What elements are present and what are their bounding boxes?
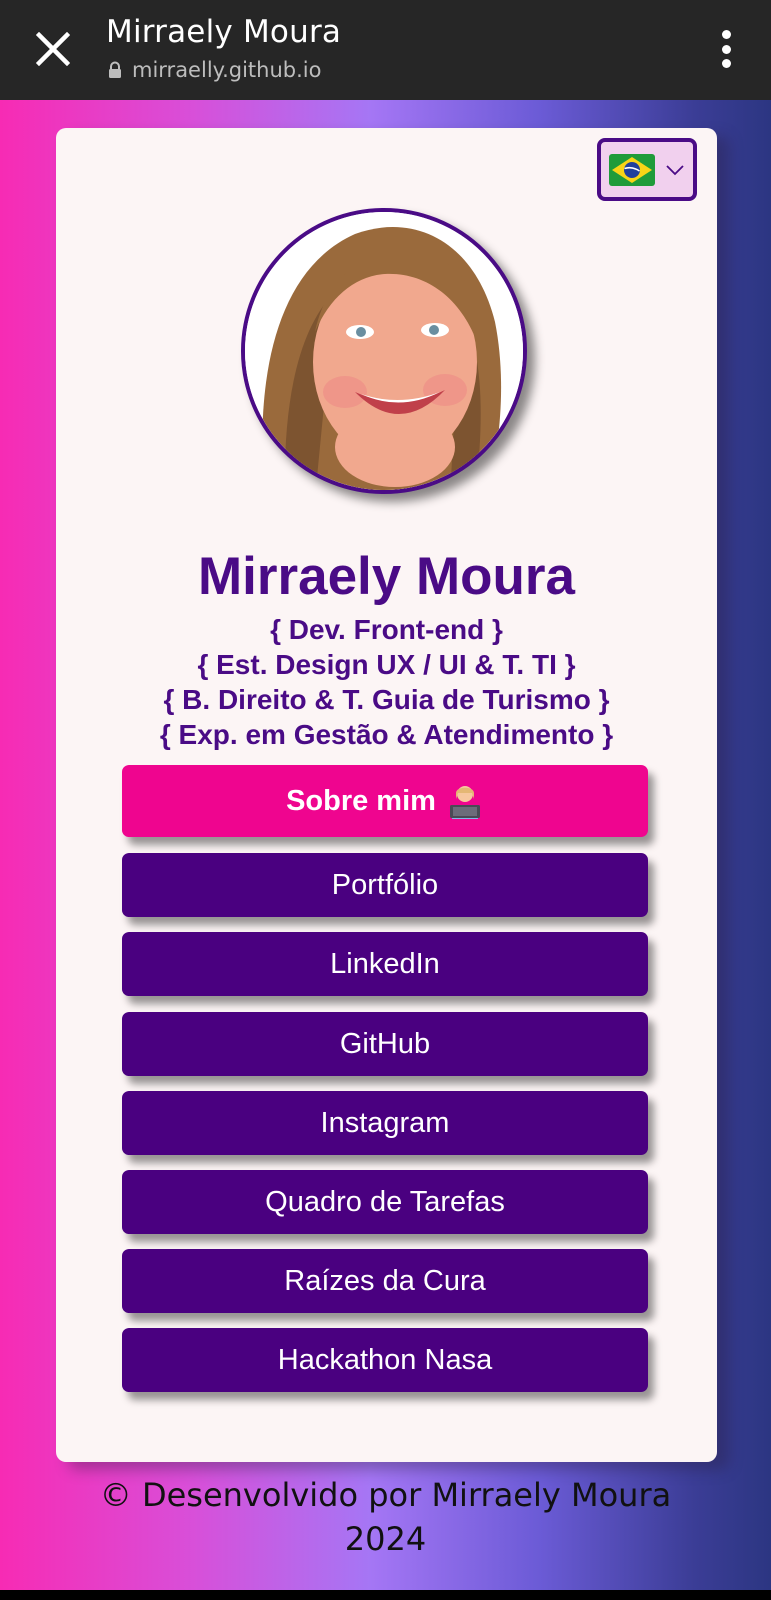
profile-card: Mirraely Moura { Dev. Front-end } { Est.… — [56, 128, 717, 1462]
url-text: mirraelly.github.io — [132, 58, 322, 82]
task-board-button[interactable]: Quadro de Tarefas — [122, 1170, 648, 1234]
tagline-1: { Dev. Front-end } — [270, 614, 503, 645]
browser-toolbar: Mirraely Moura mirraelly.github.io — [0, 0, 771, 100]
linkedin-button[interactable]: LinkedIn — [122, 932, 648, 996]
chevron-down-icon — [666, 164, 684, 175]
about-me-label: Sobre mim — [286, 784, 436, 817]
portfolio-button[interactable]: Portfólio — [122, 853, 648, 917]
more-options-button[interactable] — [711, 26, 741, 72]
brazil-flag-icon — [609, 153, 655, 186]
raizes-da-cura-button[interactable]: Raízes da Cura — [122, 1249, 648, 1313]
footer-year: 2024 — [344, 1520, 427, 1558]
close-button[interactable] — [28, 24, 78, 74]
person-laptop-emoji-icon — [449, 786, 480, 819]
hackathon-nasa-button[interactable]: Hackathon Nasa — [122, 1328, 648, 1392]
tagline-2: { Est. Design UX / UI & T. TI } — [197, 649, 576, 680]
browser-url[interactable]: mirraelly.github.io — [108, 58, 321, 82]
tagline-4: { Exp. em Gestão & Atendimento } — [159, 719, 614, 750]
profile-photo — [241, 208, 527, 494]
tagline-3: { B. Direito & T. Guia de Turismo } — [163, 684, 610, 715]
github-button[interactable]: GitHub — [122, 1012, 648, 1076]
footer: © Desenvolvido por Mirraely Moura 2024 — [0, 1473, 771, 1561]
more-vertical-icon — [721, 30, 731, 39]
lock-icon — [109, 61, 121, 78]
close-icon — [36, 32, 70, 66]
page-background: Mirraely Moura { Dev. Front-end } { Est.… — [0, 100, 771, 1590]
bottom-edge — [0, 1590, 771, 1600]
footer-credit: © Desenvolvido por Mirraely Moura — [99, 1476, 672, 1514]
about-me-button[interactable]: Sobre mim — [122, 765, 648, 837]
avatar — [245, 212, 523, 490]
browser-page-title: Mirraely Moura — [106, 14, 342, 50]
language-selector[interactable] — [597, 138, 697, 201]
instagram-button[interactable]: Instagram — [122, 1091, 648, 1155]
profile-name: Mirraely Moura — [197, 547, 575, 606]
